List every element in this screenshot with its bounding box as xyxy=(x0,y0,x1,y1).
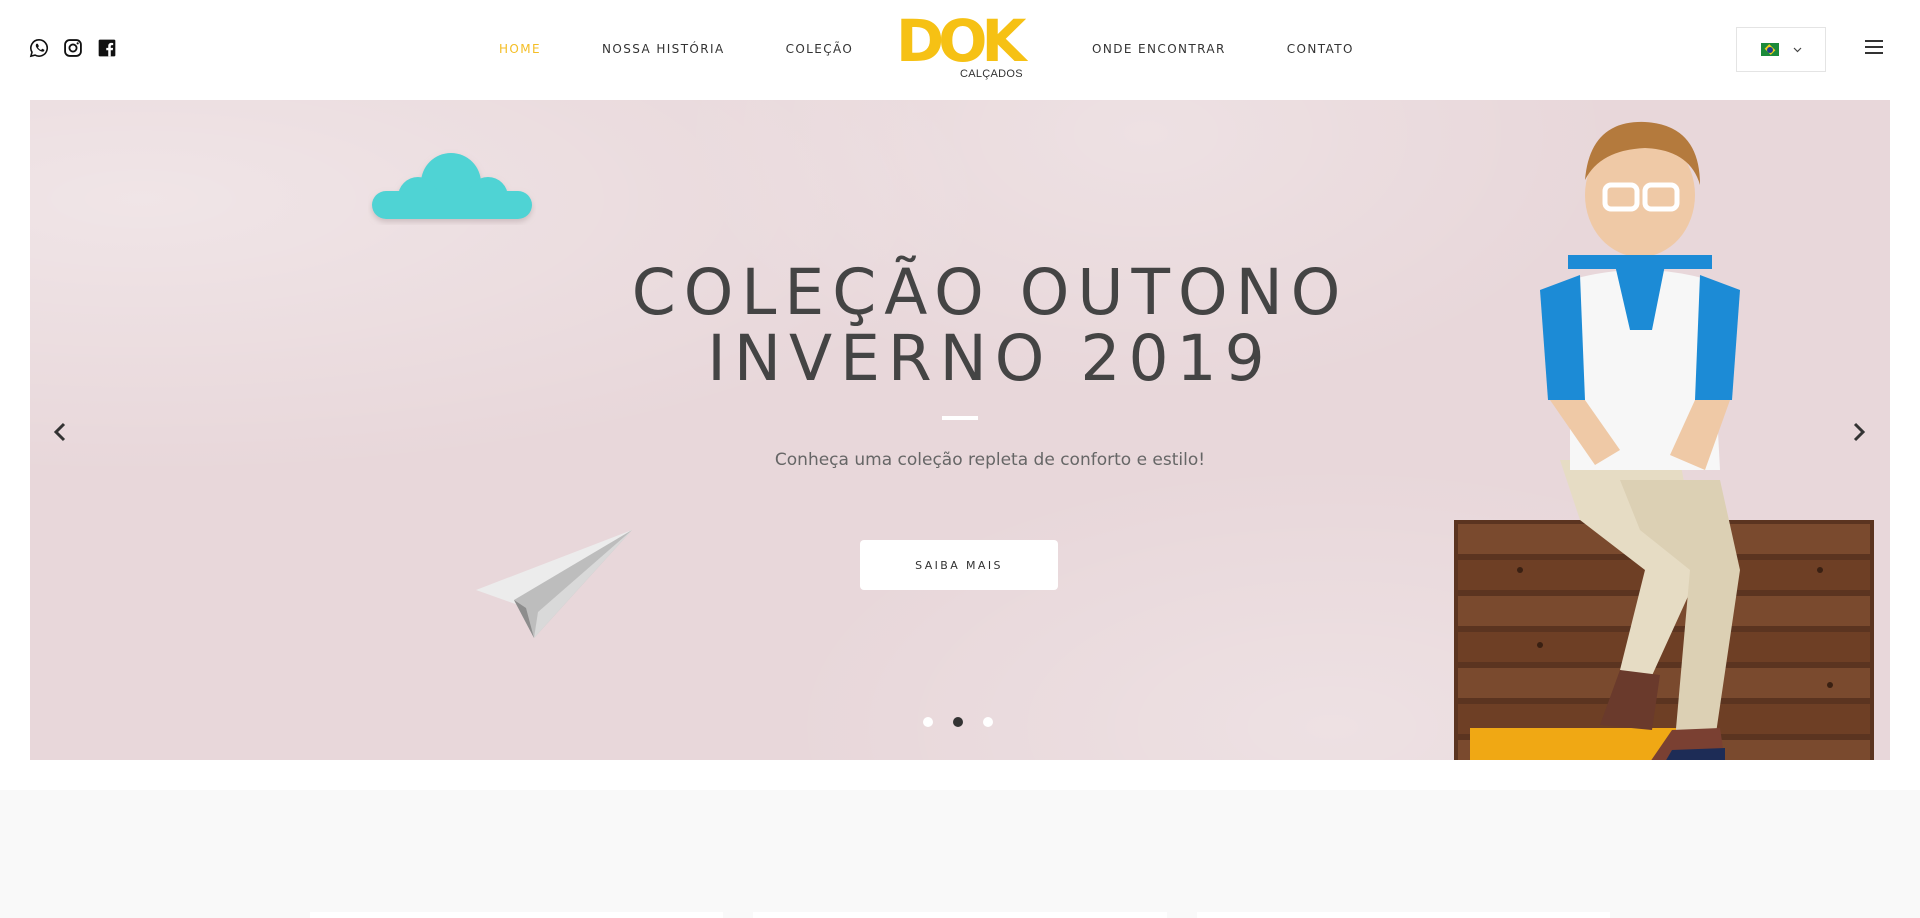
paper-plane-illustration xyxy=(476,530,632,638)
site-header: HOME NOSSA HISTÓRIA COLEÇÃO DOK CALÇADOS… xyxy=(0,0,1920,100)
nav-onde-encontrar[interactable]: ONDE ENCONTRAR xyxy=(1092,42,1226,56)
nav-contato[interactable]: CONTATO xyxy=(1287,42,1354,56)
featured-card-2[interactable] xyxy=(753,912,1167,918)
hero-title-line1: COLEÇÃO OUTONO xyxy=(631,256,1349,329)
saiba-mais-button[interactable]: SAIBA MAIS xyxy=(860,540,1058,590)
hero-divider xyxy=(942,416,978,420)
slider-dot-3[interactable] xyxy=(983,717,993,727)
featured-card-3[interactable] xyxy=(1197,912,1610,918)
featured-card-1[interactable] xyxy=(310,912,723,918)
boy-on-crate-photo xyxy=(1454,121,1874,760)
featured-section xyxy=(0,790,1920,918)
logo-wordmark: DOK xyxy=(896,7,1026,75)
language-selector[interactable] xyxy=(1736,27,1826,72)
brazil-flag-icon xyxy=(1760,43,1779,56)
cloud-illustration xyxy=(372,153,532,219)
slider-prev-arrow-icon[interactable] xyxy=(50,420,70,444)
hero-title: COLEÇÃO OUTONO INVERNO 2019 xyxy=(600,260,1380,392)
nav-nossa-historia[interactable]: NOSSA HISTÓRIA xyxy=(602,42,725,56)
hero-subtitle: Conheça uma coleção repleta de conforto … xyxy=(774,450,1206,470)
main-nav-right: ONDE ENCONTRAR CONTATO xyxy=(1092,42,1354,56)
whatsapp-icon[interactable] xyxy=(29,38,49,58)
main-nav-left: HOME NOSSA HISTÓRIA COLEÇÃO xyxy=(499,42,853,56)
nav-home[interactable]: HOME xyxy=(499,42,541,56)
dok-logo[interactable]: DOK CALÇADOS xyxy=(896,7,1026,84)
slider-dots xyxy=(923,717,993,727)
hamburger-menu-icon[interactable] xyxy=(1865,40,1883,54)
instagram-icon[interactable] xyxy=(63,38,83,58)
slider-dot-2[interactable] xyxy=(953,717,963,727)
hero-title-line2: INVERNO 2019 xyxy=(707,322,1273,395)
slider-dot-1[interactable] xyxy=(923,717,933,727)
chevron-down-icon xyxy=(1793,47,1801,52)
logo-subtitle: CALÇADOS xyxy=(960,68,1023,80)
hero-slider: COLEÇÃO OUTONO INVERNO 2019 Conheça uma … xyxy=(30,100,1890,760)
facebook-icon[interactable] xyxy=(97,38,117,58)
social-links xyxy=(29,38,117,58)
nav-colecao[interactable]: COLEÇÃO xyxy=(786,42,854,56)
